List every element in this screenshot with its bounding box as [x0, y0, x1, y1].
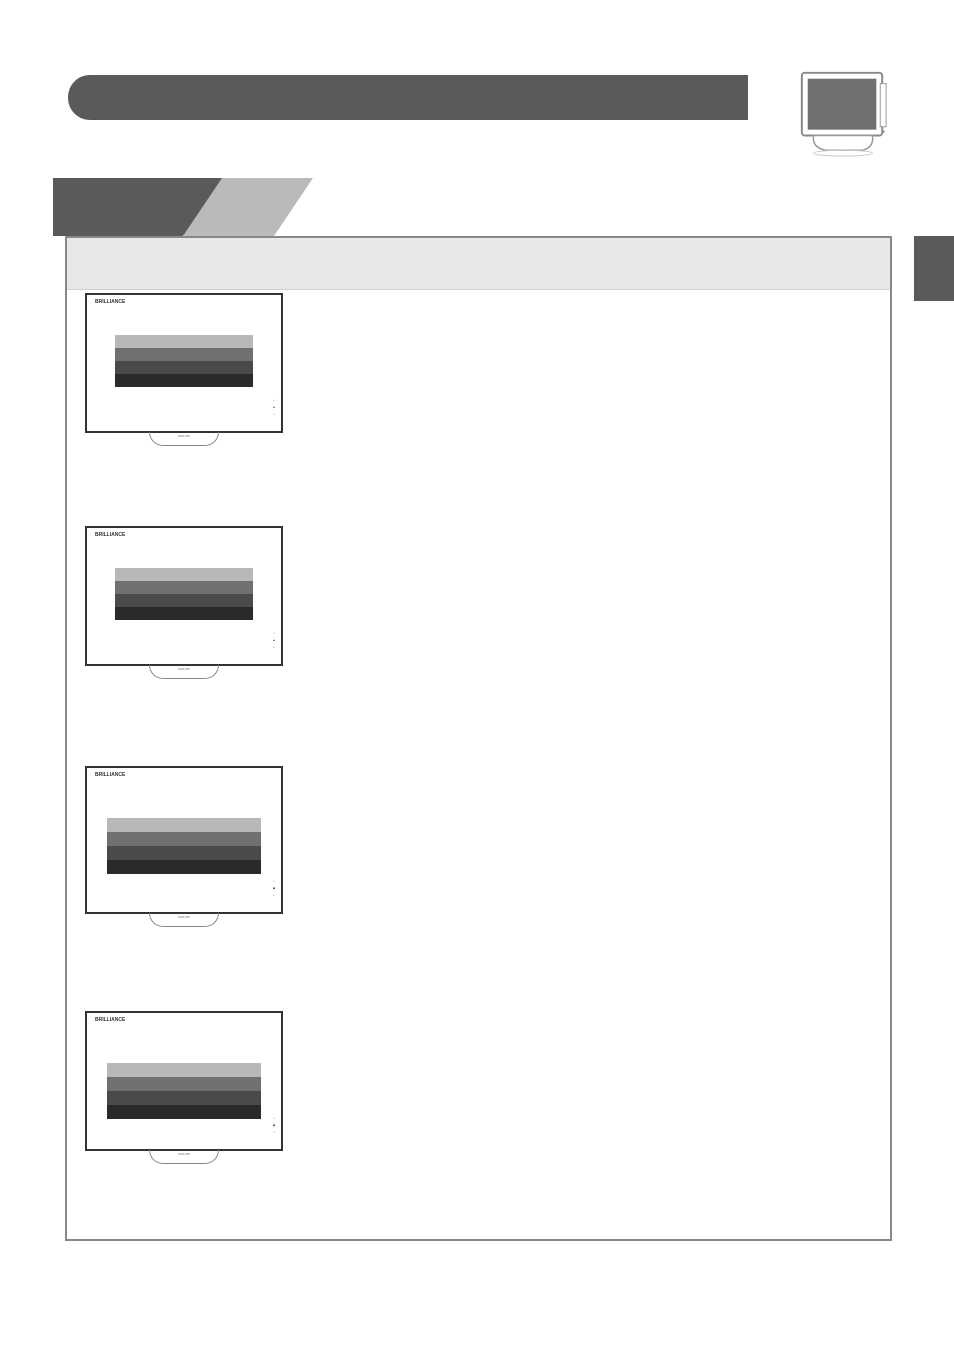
tv-brand-label: BRILLIANCE [95, 299, 125, 305]
tv-stand: PHILIPS [149, 913, 219, 927]
tv-btn-dot: • [272, 879, 276, 883]
bar-darkest [115, 374, 253, 387]
tv-frame: BRILLIANCE • ◆ • [85, 766, 283, 914]
tv-diagram-1: BRILLIANCE • ▲ • PHILIPS [85, 293, 283, 446]
tv-btn-dot: • [272, 631, 276, 635]
bar-dark [115, 594, 253, 607]
tv-stand-label: PHILIPS [150, 913, 218, 919]
bar-light [107, 1063, 261, 1077]
tv-stand-label: PHILIPS [150, 665, 218, 671]
tv-stand: PHILIPS [149, 432, 219, 446]
color-bars [115, 335, 253, 387]
bar-darkest [107, 860, 261, 874]
tv-btn-up: ▲ [272, 638, 276, 642]
bar-light [115, 335, 253, 348]
bar-darkest [115, 607, 253, 620]
bar-mid [115, 581, 253, 594]
tv-btn-dot: • [272, 893, 276, 897]
tv-btn-dot: • [272, 1130, 276, 1134]
bar-mid [107, 832, 261, 846]
tv-side-buttons: • ▲ • [272, 398, 276, 416]
sub-header-tab [53, 178, 313, 236]
tv-stand-label: PHILIPS [150, 1150, 218, 1156]
tv-diagram-2: BRILLIANCE • ▲ • PHILIPS [85, 526, 283, 679]
color-bars [107, 818, 261, 874]
tv-btn-dot: • [272, 645, 276, 649]
tv-diagram-4: BRILLIANCE • ◆ • PHILIPS [85, 1011, 283, 1164]
tv-brand-label: BRILLIANCE [95, 772, 125, 778]
tv-frame: BRILLIANCE • ▲ • [85, 293, 283, 433]
tv-stand: PHILIPS [149, 1150, 219, 1164]
bar-dark [107, 846, 261, 860]
tv-btn-dot: • [272, 412, 276, 416]
header-bar [68, 75, 748, 120]
tv-btn-diamond: ◆ [272, 886, 276, 890]
tv-btn-up: ▲ [272, 405, 276, 409]
tv-brand-label: BRILLIANCE [95, 1017, 125, 1023]
tv-side-buttons: • ◆ • [272, 879, 276, 897]
bar-mid [115, 348, 253, 361]
bar-mid [107, 1077, 261, 1091]
content-panel: BRILLIANCE • ▲ • PHILIPS BRILLIANCE [65, 236, 892, 1241]
color-bars [107, 1063, 261, 1119]
monitor-illustration-icon [794, 68, 892, 158]
tv-btn-diamond: ◆ [272, 1123, 276, 1127]
tv-side-buttons: • ▲ • [272, 631, 276, 649]
tv-frame: BRILLIANCE • ▲ • [85, 526, 283, 666]
tv-stand-label: PHILIPS [150, 432, 218, 438]
tv-stand: PHILIPS [149, 665, 219, 679]
bar-darkest [107, 1105, 261, 1119]
side-page-tab [914, 236, 954, 301]
bar-light [115, 568, 253, 581]
tv-btn-dot: • [272, 1116, 276, 1120]
tv-frame: BRILLIANCE • ◆ • [85, 1011, 283, 1151]
tv-side-buttons: • ◆ • [272, 1116, 276, 1134]
bar-dark [115, 361, 253, 374]
tv-diagram-3: BRILLIANCE • ◆ • PHILIPS [85, 766, 283, 927]
color-bars [115, 568, 253, 620]
bar-dark [107, 1091, 261, 1105]
tv-brand-label: BRILLIANCE [95, 532, 125, 538]
content-header [67, 238, 890, 290]
bar-light [107, 818, 261, 832]
tv-btn-dot: • [272, 398, 276, 402]
